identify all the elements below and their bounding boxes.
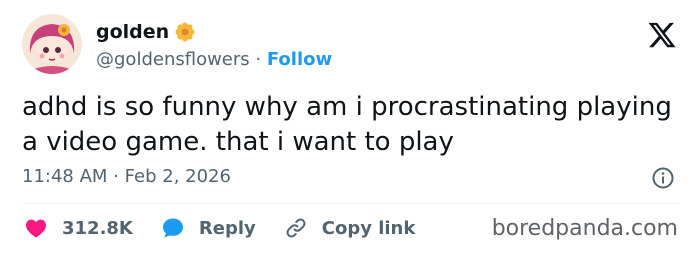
display-name[interactable]: golden (96, 20, 169, 44)
handle-row: @goldensflowers · Follow (96, 48, 332, 72)
avatar-illustration (22, 14, 82, 74)
watermark: boredpanda.com (491, 216, 678, 241)
x-logo-icon[interactable] (647, 20, 677, 50)
copy-link-label: Copy link (321, 217, 416, 239)
like-count: 312.8K (62, 217, 133, 239)
user-handle[interactable]: @goldensflowers (96, 49, 250, 70)
timestamp-separator: · (113, 166, 119, 187)
tweet-time: 11:48 AM (22, 166, 108, 187)
reply-bubble-icon (162, 218, 183, 238)
like-button[interactable]: 312.8K (24, 216, 133, 240)
copy-link-button[interactable]: Copy link (284, 216, 416, 240)
tweet-timestamp[interactable]: 11:48 AM · Feb 2, 2026 (22, 166, 231, 187)
heart-icon (26, 219, 46, 238)
handle-separator: · (255, 49, 262, 70)
verified-flower-badge-icon (175, 22, 195, 42)
tweet-date: Feb 2, 2026 (124, 166, 231, 187)
tweet-text: adhd is so funny why am i procrastinatin… (22, 92, 672, 157)
divider (22, 203, 678, 204)
avatar[interactable] (22, 14, 82, 74)
reply-button[interactable]: Reply (161, 216, 256, 240)
info-icon[interactable] (651, 166, 675, 190)
user-name-row: golden (96, 20, 195, 44)
link-icon (286, 218, 306, 238)
follow-button[interactable]: Follow (267, 49, 332, 70)
action-bar: 312.8K Reply Copy link (24, 216, 443, 240)
reply-label: Reply (198, 217, 256, 239)
